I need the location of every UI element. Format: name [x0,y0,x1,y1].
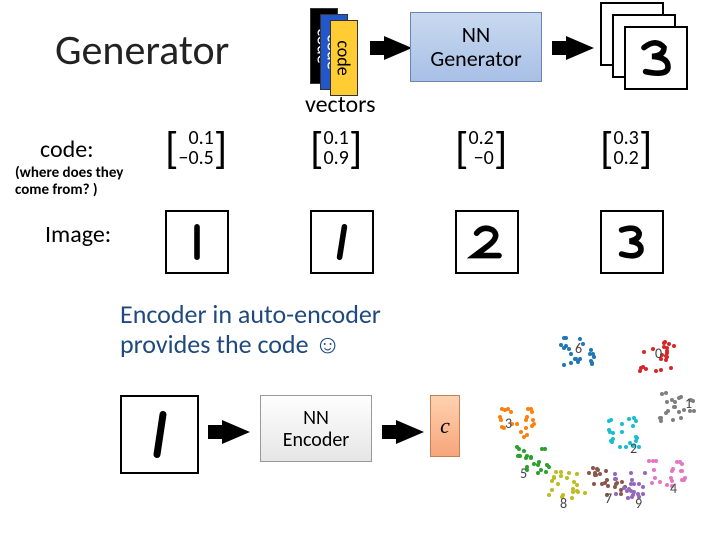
page-title: Generator [55,25,229,76]
arrow-to-encoder [208,420,250,444]
image-digit-3 [600,210,664,274]
image-digit-1b [310,210,374,274]
encoder-input-image [120,395,199,474]
arrow-to-code [382,420,424,444]
code-vector-3: [0.2−0] [455,128,507,168]
code-output-c: c [430,395,460,457]
code-vector-2: [0.10.9] [310,128,362,168]
latent-scatter-plot: 5 6 0 3 8 7 9 4 1 2 [470,320,700,520]
encoder-caption: Encoder in auto-encoder provides the cod… [120,300,381,360]
image-row-label: Image: [45,220,111,249]
code-vector-4: [0.30.2] [600,128,652,168]
nn-encoder-label: NN Encoder [283,407,350,451]
nn-generator-box: NN Generator [410,12,542,82]
nn-generator-label: NN Generator [430,23,521,71]
code-bar-3: code [330,20,358,96]
image-digit-1 [165,210,229,274]
code-subnote: (where does they come from? ) [15,165,123,200]
vectors-label: vectors [305,90,376,119]
code-row-label: code: [40,135,94,164]
arrow-to-generator [370,36,412,60]
arrow-to-outputs [552,36,594,60]
nn-encoder-box: NN Encoder [260,395,372,462]
code-vector-1: [0.1−0.5] [165,128,227,168]
image-digit-2 [455,210,519,274]
output-digit-box-3 [624,26,688,90]
